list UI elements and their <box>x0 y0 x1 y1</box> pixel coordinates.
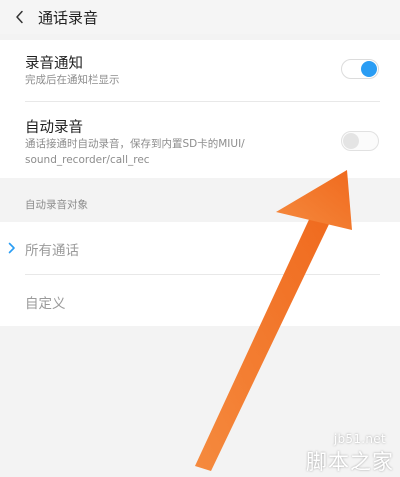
watermark-url: jb51.net <box>333 432 386 446</box>
call-recording-settings-screen: 通话录音 录音通知 完成后在通知栏显示 自动录音 通话接通时自动录音，保存到内置… <box>0 0 400 477</box>
arrow-shaft <box>195 213 331 471</box>
watermark-logo: 脚本之家 <box>306 450 394 474</box>
annotation-arrow <box>195 170 352 471</box>
arrow-head <box>276 170 352 230</box>
